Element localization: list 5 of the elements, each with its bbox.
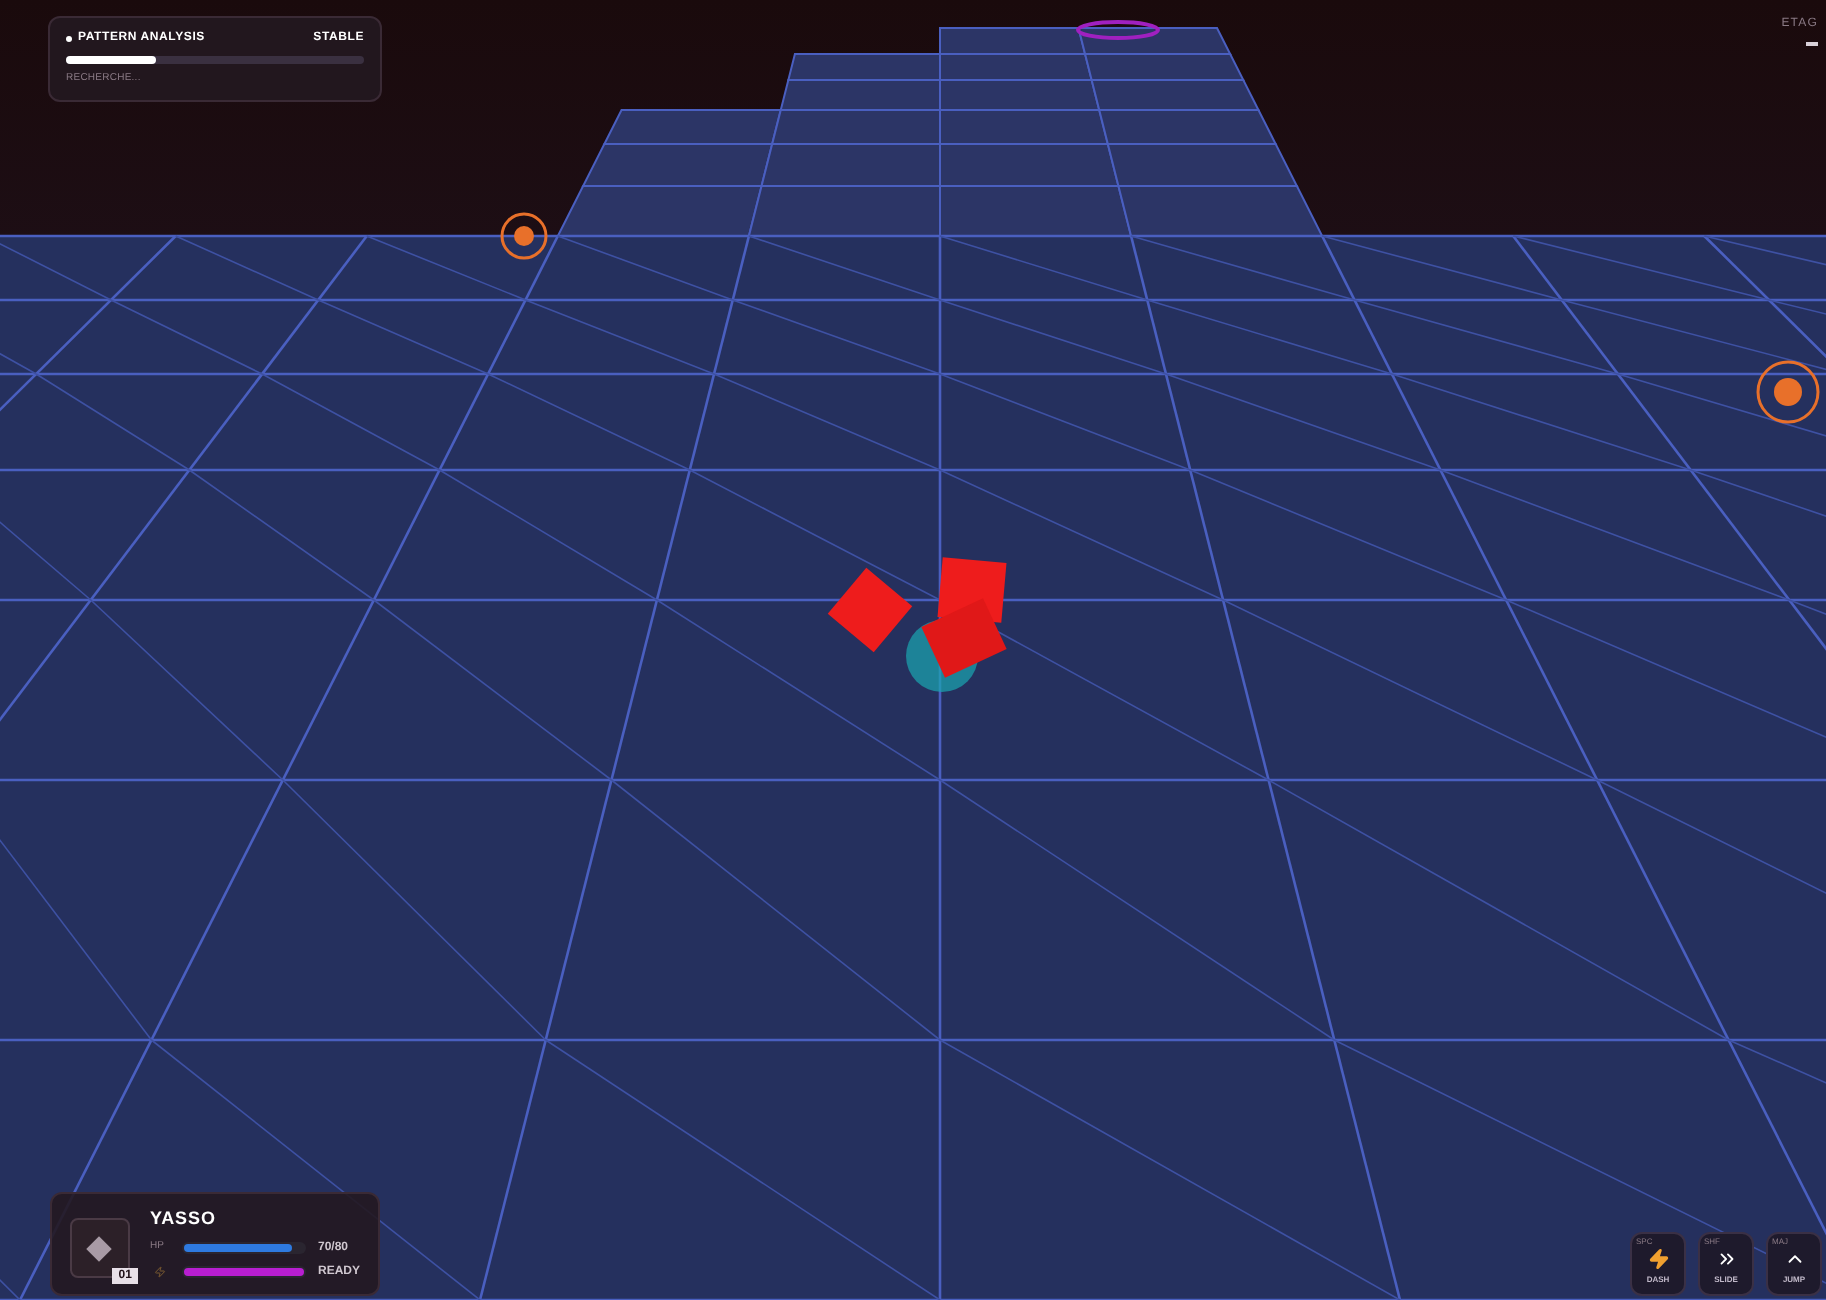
dash-marker	[1806, 42, 1818, 46]
lightning-icon	[149, 1266, 170, 1278]
player-name: YASSO	[149, 1206, 218, 1232]
lightning-icon	[1647, 1248, 1669, 1270]
double-chevron-icon	[1715, 1248, 1737, 1270]
